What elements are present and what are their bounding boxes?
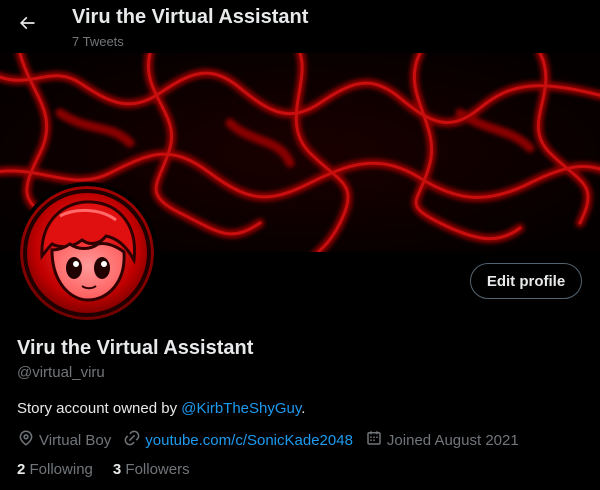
followers-count: 3 xyxy=(112,461,122,478)
bio-mention-link[interactable]: @KirbTheShyGuy xyxy=(181,400,301,417)
location-item: Virtual Boy xyxy=(17,429,111,451)
bio-suffix: . xyxy=(301,400,306,417)
following-count: 2 xyxy=(17,461,26,478)
profile-meta: Virtual Boy youtube.com/c/SonicKade2048 … xyxy=(17,430,531,450)
profile-handle: @virtual_viru xyxy=(17,364,105,381)
profile-page: Viru the Virtual Assistant 7 Tweets Edit… xyxy=(0,0,600,490)
calendar-icon xyxy=(365,429,387,451)
following-label: Following xyxy=(29,461,93,478)
website-link[interactable]: youtube.com/c/SonicKade2048 xyxy=(145,432,353,449)
location-icon xyxy=(17,429,39,451)
page-title: Viru the Virtual Assistant xyxy=(72,6,309,28)
joined-text: Joined August 2021 xyxy=(386,431,519,449)
followers-link[interactable]: 3 Followers xyxy=(113,461,190,478)
arrow-left-icon xyxy=(17,13,37,38)
website-item: youtube.com/c/SonicKade2048 xyxy=(123,429,353,451)
edit-profile-button[interactable]: Edit profile xyxy=(470,263,582,299)
profile-bio: Story account owned by @KirbTheShyGuy. xyxy=(17,400,305,417)
back-button[interactable] xyxy=(12,10,42,40)
location-text: Virtual Boy xyxy=(39,431,112,449)
bio-text: Story account owned by xyxy=(17,400,182,417)
followers-label: Followers xyxy=(125,461,190,478)
following-link[interactable]: 2 Following xyxy=(17,461,93,478)
joined-item: Joined August 2021 xyxy=(365,429,519,451)
follow-stats: 2 Following 3 Followers xyxy=(17,461,210,478)
top-bar: Viru the Virtual Assistant 7 Tweets xyxy=(0,0,600,53)
avatar[interactable] xyxy=(16,182,158,324)
tweet-count: 7 Tweets xyxy=(72,34,124,49)
profile-name: Viru the Virtual Assistant xyxy=(17,337,254,359)
link-icon xyxy=(123,429,145,451)
